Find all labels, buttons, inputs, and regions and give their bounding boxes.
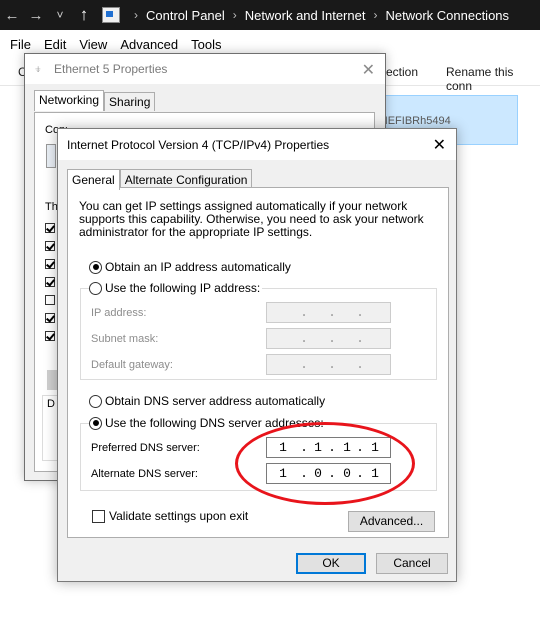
breadcrumb-separator-icon: › — [134, 8, 138, 22]
ethernet-properties-titlebar: ⍖ Ethernet 5 Properties ✕ — [25, 54, 385, 84]
validate-settings-checkbox[interactable] — [92, 509, 105, 523]
radio-button[interactable] — [89, 416, 102, 430]
item-checkbox[interactable] — [45, 259, 55, 269]
octet-dot: . — [328, 357, 336, 372]
item-checkbox[interactable] — [45, 277, 55, 287]
adapter-device-icon — [46, 144, 56, 168]
menu-view[interactable]: View — [79, 37, 107, 52]
tab-sharing[interactable]: Sharing — [104, 92, 156, 111]
address-bar: ← → ˅ ↑ › Control Panel › Network and In… — [0, 0, 540, 30]
menu-edit[interactable]: Edit — [44, 37, 66, 52]
adapter-device: OMEFIBRh5494 — [370, 115, 451, 127]
obtain-ip-automatically-label: Obtain an IP address automatically — [105, 260, 291, 274]
octet-dot: . — [356, 305, 364, 320]
use-following-ip-option[interactable]: Use the following IP address: — [89, 281, 263, 295]
default-gateway-label: Default gateway: — [91, 359, 173, 371]
obtain-dns-automatically-option[interactable]: Obtain DNS server address automatically — [89, 394, 325, 408]
item-checkbox[interactable] — [45, 241, 55, 251]
ethernet-tabs: Networking Sharing — [34, 90, 156, 111]
command-rename-connection[interactable]: Rename this conn — [446, 65, 540, 93]
breadcrumb-separator-icon: › — [232, 8, 237, 22]
command-connection-fragment[interactable]: ection — [386, 65, 418, 79]
use-following-ip-label: Use the following IP address: — [105, 281, 261, 295]
recent-locations-chevron-icon[interactable]: ˅ — [48, 8, 72, 22]
octet-dot: . — [328, 331, 336, 346]
validate-settings-option[interactable]: Validate settings upon exit — [92, 509, 248, 523]
menu-advanced[interactable]: Advanced — [120, 37, 178, 52]
ip-address-field: . . . — [266, 302, 391, 323]
octet-dot: . — [328, 305, 336, 320]
item-checkbox[interactable] — [45, 331, 55, 341]
advanced-button[interactable]: Advanced... — [348, 511, 435, 532]
breadcrumb-network-connections[interactable]: Network Connections — [385, 8, 509, 23]
ipv4-dialog-title: Internet Protocol Version 4 (TCP/IPv4) P… — [67, 137, 330, 152]
octet-dot: . — [300, 305, 308, 320]
subnet-mask-field: . . . — [266, 328, 391, 349]
radio-button[interactable] — [89, 394, 102, 408]
connection-items-list — [45, 219, 57, 359]
item-checkbox[interactable] — [45, 295, 55, 305]
obtain-ip-automatically-option[interactable]: Obtain an IP address automatically — [89, 260, 291, 274]
connection-items-label: Th — [45, 201, 58, 213]
subnet-mask-label: Subnet mask: — [91, 333, 159, 345]
menu-tools[interactable]: Tools — [191, 37, 221, 52]
default-gateway-field: . . . — [266, 354, 391, 375]
breadcrumb-network-and-internet[interactable]: Network and Internet — [245, 8, 366, 23]
alternate-dns-label: Alternate DNS server: — [91, 468, 198, 480]
annotation-circle — [235, 422, 415, 505]
radio-button[interactable] — [89, 260, 102, 274]
ipv4-titlebar: Internet Protocol Version 4 (TCP/IPv4) P… — [58, 129, 456, 160]
breadcrumb-separator-icon: › — [373, 8, 378, 22]
tab-networking[interactable]: Networking — [34, 90, 105, 111]
tab-general[interactable]: General — [67, 169, 120, 190]
control-panel-icon — [102, 7, 120, 23]
item-checkbox[interactable] — [45, 223, 55, 233]
octet-dot: . — [300, 357, 308, 372]
octet-dot: . — [356, 357, 364, 372]
octet-dot: . — [300, 331, 308, 346]
radio-button[interactable] — [89, 281, 102, 295]
close-icon[interactable]: ✕ — [362, 60, 375, 80]
octet-dot: . — [356, 331, 364, 346]
obtain-dns-automatically-label: Obtain DNS server address automatically — [105, 394, 326, 408]
ethernet-properties-title: Ethernet 5 Properties — [54, 62, 168, 76]
ip-address-label: IP address: — [91, 307, 147, 319]
back-arrow-icon[interactable]: ← — [0, 7, 24, 24]
close-icon[interactable]: ✕ — [433, 135, 446, 155]
adapter-name: t 5 — [370, 99, 511, 114]
preferred-dns-label: Preferred DNS server: — [91, 442, 200, 454]
cancel-button[interactable]: Cancel — [376, 553, 448, 574]
breadcrumb-control-panel[interactable]: Control Panel — [146, 8, 225, 23]
forward-arrow-icon[interactable]: → — [24, 7, 48, 24]
network-adapter-icon: ⍖ — [34, 61, 42, 76]
item-checkbox[interactable] — [45, 313, 55, 323]
up-arrow-icon[interactable]: ↑ — [72, 5, 96, 25]
ok-button[interactable]: OK — [296, 553, 366, 574]
intro-text: You can get IP settings assigned automat… — [79, 199, 424, 239]
ipv4-properties-dialog: Internet Protocol Version 4 (TCP/IPv4) P… — [57, 128, 457, 582]
menu-file[interactable]: File — [10, 37, 31, 52]
validate-settings-label: Validate settings upon exit — [109, 509, 249, 523]
